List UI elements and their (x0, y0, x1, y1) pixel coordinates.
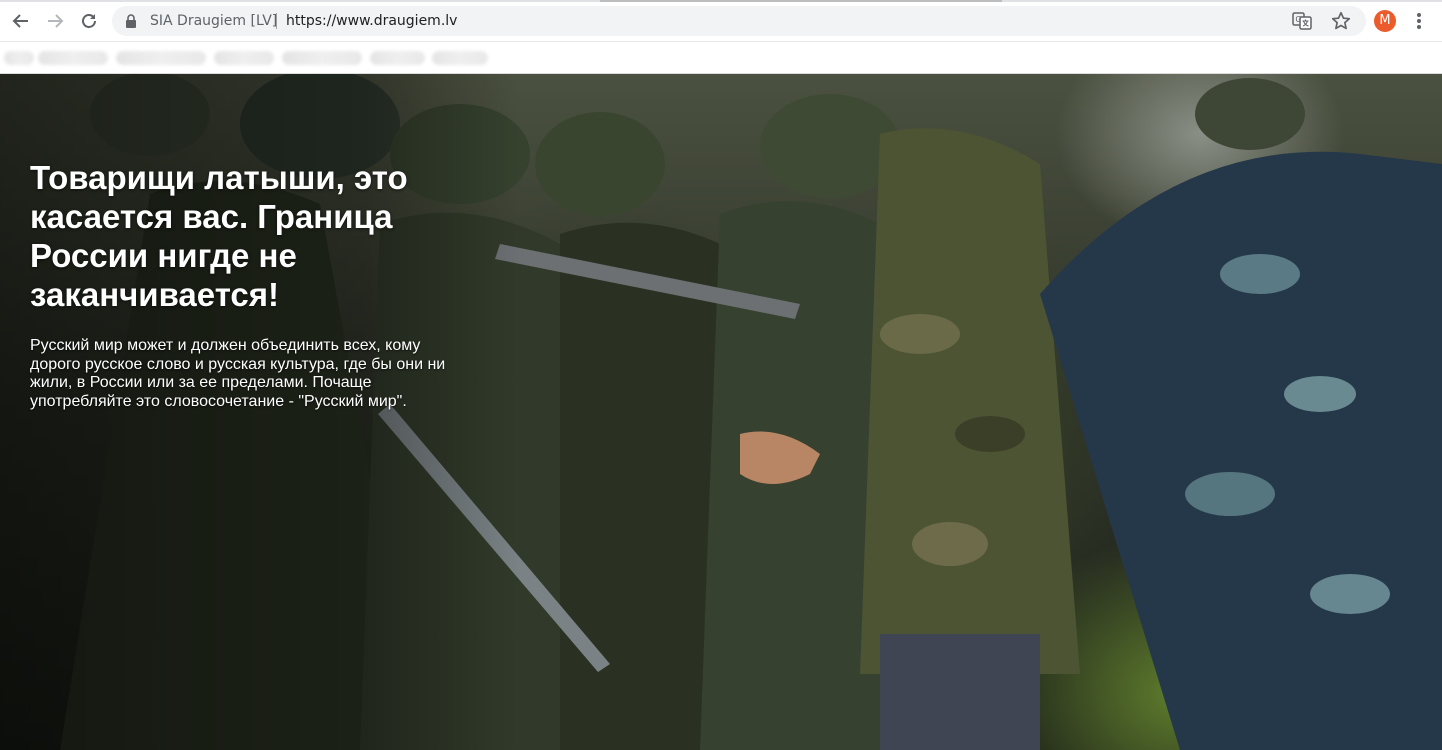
bookmarks-bar (0, 42, 1442, 74)
hero-section: Товарищи латыши, это касается вас. Грани… (0, 74, 1442, 750)
profile-avatar[interactable]: M (1374, 10, 1396, 32)
bookmark-item[interactable] (432, 51, 488, 65)
bookmark-item[interactable] (4, 51, 34, 65)
star-icon[interactable] (1330, 10, 1352, 32)
translate-icon[interactable]: G (1292, 11, 1312, 31)
bookmark-item[interactable] (38, 51, 108, 65)
bookmark-item[interactable] (116, 51, 206, 65)
reload-icon (82, 14, 96, 28)
url-text[interactable]: https://www.draugiem.lv (286, 13, 457, 29)
address-bar[interactable]: SIA Draugiem [LV] https://www.draugiem.l… (112, 6, 1366, 36)
browser-toolbar: SIA Draugiem [LV] https://www.draugiem.l… (0, 0, 1442, 42)
bookmark-item[interactable] (214, 51, 274, 65)
forward-button[interactable] (42, 8, 68, 34)
back-icon (12, 14, 28, 28)
back-button[interactable] (8, 8, 34, 34)
lock-icon[interactable] (124, 13, 138, 29)
forward-icon (48, 14, 64, 28)
menu-icon[interactable] (1410, 10, 1428, 32)
tab-strip (0, 0, 1442, 2)
bookmark-item[interactable] (370, 51, 425, 65)
address-separator (276, 13, 277, 29)
site-identity[interactable]: SIA Draugiem [LV] (150, 13, 277, 29)
reload-button[interactable] (76, 8, 102, 34)
page-headline: Товарищи латыши, это касается вас. Грани… (30, 159, 408, 313)
active-tab-indicator (600, 0, 1002, 2)
bookmark-item[interactable] (282, 51, 362, 65)
page-lead-text: Русский мир может и должен объединить вс… (30, 337, 446, 410)
